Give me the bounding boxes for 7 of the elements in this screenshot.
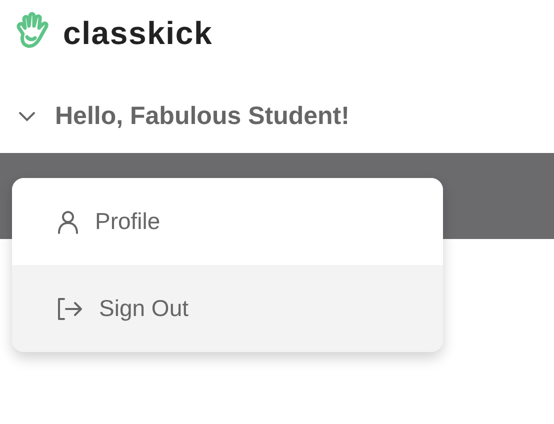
sign-out-icon xyxy=(57,296,83,320)
brand-name: classkick xyxy=(63,17,213,49)
menu-item[interactable]: Profile xyxy=(12,178,443,265)
person-icon xyxy=(57,210,79,234)
chevron-icon[interactable] xyxy=(17,110,37,123)
greeting[interactable]: Hello, Fabulous Student! xyxy=(55,98,350,136)
menu-item[interactable]: Sign Out xyxy=(12,265,443,352)
